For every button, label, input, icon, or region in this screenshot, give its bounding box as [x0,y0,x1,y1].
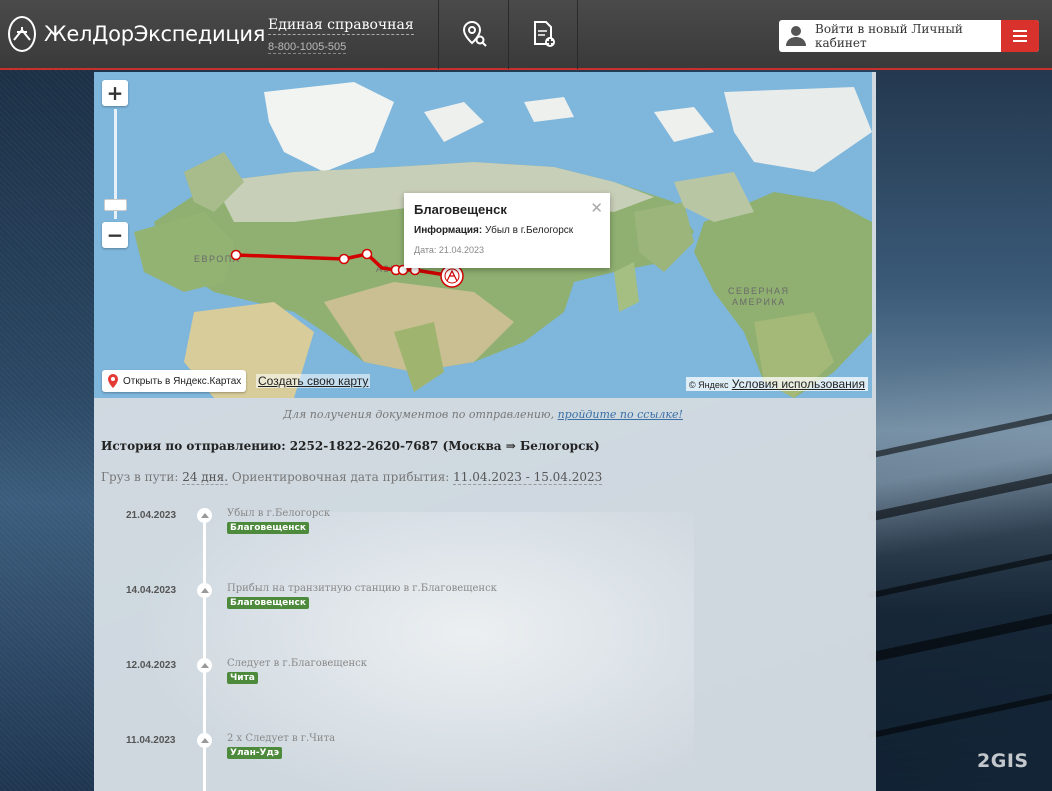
event-text: 2 х Следует в г.Чита [227,733,336,744]
transit-days: 24 дня. [182,470,229,485]
station-badge: Благовещенск [227,522,309,534]
hotline-title[interactable]: Единая справочная [268,17,414,35]
background-right [867,70,1052,791]
open-in-yandex-maps-button[interactable]: Открыть в Яндекс.Картах [102,370,247,392]
logo-emblem-icon [8,16,36,52]
new-order-button[interactable] [508,0,578,69]
hotline-phone[interactable]: 8-800-1005-505 [268,41,347,54]
zoom-in-button[interactable]: + [102,80,128,106]
route-point[interactable] [338,253,350,265]
event-marker-icon [197,583,212,598]
yandex-map[interactable]: ЕВРОПА АЗИЯ СЕВЕРНАЯ АМЕРИКА + − [94,72,872,398]
history-title: История по отправлению: 2252-1822-2620-7… [101,439,600,453]
station-badge: Чита [227,672,258,684]
map-label-north-america-2: АМЕРИКА [732,297,786,307]
station-badge: Благовещенск [227,597,309,609]
documents-link[interactable]: пройдите по ссылке! [558,408,683,421]
map-pin-search-icon [462,20,487,47]
content-panel: ЕВРОПА АЗИЯ СЕВЕРНАЯ АМЕРИКА + − [94,72,876,791]
event-text: Следует в г.Благовещенск [227,658,368,669]
logo[interactable]: ЖелДорЭкспедиция [8,16,265,52]
map-balloon: Благовещенск Информация: Убыл в г.Белого… [404,193,610,268]
transit-info: Груз в пути: 24 дня. Ориентировочная дат… [101,470,603,485]
current-location-marker[interactable] [440,264,464,288]
document-add-icon [534,21,555,47]
zoom-out-button[interactable]: − [102,222,128,248]
map-copyright: © Яндекс Условия использования [686,377,868,391]
station-badge: Улан-Удэ [227,747,283,759]
timeline-event: 14.04.2023 Прибыл на транзитную станцию … [94,583,872,623]
event-marker-icon [197,733,212,748]
route-point[interactable] [361,248,373,260]
balloon-date: Дата: 21.04.2023 [414,245,484,255]
event-date: 11.04.2023 [126,735,176,746]
zoom-slider-handle[interactable] [103,199,127,211]
timeline-event: 21.04.2023 Убыл в г.Белогорск Благовещен… [94,508,872,548]
create-map-link[interactable]: Создать свою карту [256,374,371,388]
cabinet-label: Войти в новый Личный кабинет [815,22,963,50]
close-icon[interactable]: ✕ [590,199,603,217]
login-cabinet-button[interactable]: Войти в новый Личный кабинет [779,20,1039,52]
zoom-control: + − [102,80,128,248]
timeline-event: 12.04.2023 Следует в г.Благовещенск Чита [94,658,872,698]
event-text: Убыл в г.Белогорск [227,508,331,519]
event-date: 14.04.2023 [126,585,177,596]
event-text: Прибыл на транзитную станцию в г.Благове… [227,583,497,594]
map-search-button[interactable] [438,0,508,69]
event-marker-icon [197,508,212,523]
2gis-watermark: 2GIS [977,750,1029,772]
terms-link[interactable]: Условия использования [732,377,865,391]
background-left [0,70,94,791]
hamburger-icon [1013,30,1027,42]
event-marker-icon [197,658,212,673]
site-header: ЖелДорЭкспедиция Единая справочная 8-800… [0,0,1052,70]
event-date: 12.04.2023 [126,660,177,671]
timeline-event: 11.04.2023 2 х Следует в г.Чита Улан-Удэ [94,733,872,773]
user-icon [786,26,806,46]
zoom-slider[interactable] [103,109,127,219]
event-date: 21.04.2023 [126,510,177,521]
location-pin-icon [108,374,118,388]
hotline[interactable]: Единая справочная 8-800-1005-505 [268,14,438,54]
documents-notice: Для получения документов по отправлению,… [283,408,683,421]
eta-range: 11.04.2023 - 15.04.2023 [453,470,603,485]
balloon-info: Информация: Убыл в г.Белогорск [414,225,574,236]
route-point[interactable] [230,249,242,261]
map-label-north-america-1: СЕВЕРНАЯ [728,286,790,296]
balloon-title: Благовещенск [414,202,507,217]
menu-button[interactable] [1001,20,1039,52]
brand-name: ЖелДорЭкспедиция [44,22,266,46]
